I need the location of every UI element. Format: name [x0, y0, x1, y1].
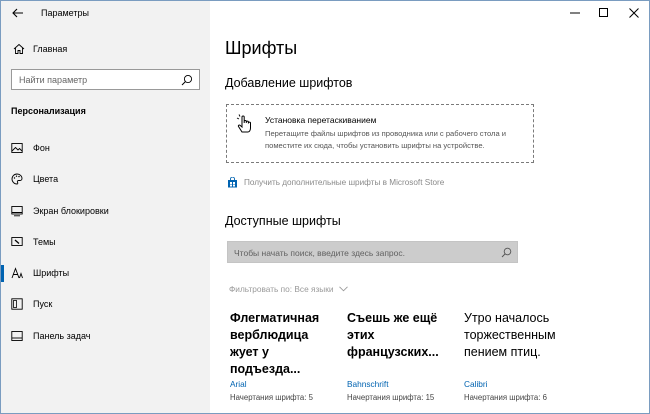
brush-icon [11, 237, 23, 246]
sidebar-item-label: Главная [33, 44, 68, 54]
lock-screen-icon [11, 206, 23, 217]
close-icon [629, 8, 639, 18]
main-content: Шрифты Добавление шрифтов Установка пере… [210, 1, 649, 413]
font-preview-text: Съешь же ещё этих французских... [347, 311, 439, 359]
add-fonts-heading: Добавление шрифтов [225, 76, 353, 90]
font-name: Calibri [464, 379, 488, 389]
font-card-bahnschrift[interactable]: Съешь же ещё этих французских... Bahnsch… [347, 310, 457, 402]
drop-zone-title: Установка перетаскиванием [265, 115, 377, 125]
back-button[interactable] [9, 4, 27, 22]
sidebar-item-themes[interactable]: Темы [1, 228, 210, 256]
sidebar-item-label: Шрифты [33, 268, 70, 278]
sidebar-item-label: Фон [33, 143, 50, 153]
taskbar-icon [11, 331, 23, 341]
font-name: Bahnschrift [347, 379, 389, 389]
sidebar-item-colors[interactable]: Цвета [1, 165, 210, 193]
palette-icon [11, 173, 23, 185]
font-face-count: Начертания шрифта: 6 [464, 393, 547, 402]
font-preview-text: Флегматичная верблюдица жует у подъезда.… [230, 311, 320, 376]
sidebar-item-label: Пуск [33, 299, 53, 309]
sidebar-item-lock-screen[interactable]: Экран блокировки [1, 197, 210, 225]
start-icon [11, 298, 23, 310]
filter-value: Все языки [294, 284, 334, 294]
font-face-count: Начертания шрифта: 15 [347, 393, 435, 402]
sidebar: Параметры Главная Персонализация Фон Цве… [1, 1, 210, 413]
font-card-calibri[interactable]: Утро началось торжественным пением птиц.… [464, 310, 574, 402]
microsoft-store-link[interactable]: Получить дополнительные шрифты в Microso… [227, 176, 444, 188]
sidebar-item-start[interactable]: Пуск [1, 290, 210, 318]
maximize-icon [599, 8, 608, 17]
settings-search-input[interactable] [19, 73, 169, 87]
arrow-left-icon [12, 8, 23, 18]
sidebar-item-label: Темы [33, 237, 56, 247]
settings-window: Параметры Главная Персонализация Фон Цве… [0, 0, 650, 414]
font-search-field[interactable] [227, 241, 518, 263]
font-face-count: Начертания шрифта: 5 [230, 393, 313, 402]
app-title: Параметры [41, 8, 89, 18]
active-indicator [1, 265, 4, 282]
home-icon [13, 43, 25, 54]
sidebar-item-fonts[interactable]: Шрифты [1, 259, 210, 287]
font-card-arial[interactable]: Флегматичная верблюдица жует у подъезда.… [230, 310, 340, 402]
search-icon[interactable] [501, 247, 512, 258]
sidebar-item-background[interactable]: Фон [1, 134, 210, 162]
font-preview-text: Утро началось торжественным пением птиц. [464, 311, 556, 359]
font-search-input[interactable] [234, 246, 484, 259]
search-icon[interactable] [181, 74, 193, 86]
available-fonts-heading: Доступные шрифты [225, 214, 341, 228]
language-filter[interactable]: Фильтровать по: Все языки [229, 284, 348, 294]
close-button[interactable] [618, 1, 649, 25]
minimize-button[interactable] [559, 1, 591, 25]
chevron-down-icon [338, 286, 348, 292]
store-link-label: Получить дополнительные шрифты в Microso… [244, 177, 445, 187]
sidebar-item-home[interactable]: Главная [1, 39, 210, 59]
sidebar-item-taskbar[interactable]: Панель задач [1, 322, 210, 350]
maximize-button[interactable] [588, 1, 620, 25]
sidebar-item-label: Цвета [33, 174, 59, 184]
sidebar-item-label: Панель задач [33, 331, 91, 341]
page-title: Шрифты [225, 38, 298, 58]
drop-zone-description: Перетащите файлы шрифтов из проводника и… [265, 129, 507, 150]
store-icon [228, 176, 237, 187]
font-name: Arial [230, 379, 247, 389]
hand-pointer-icon [236, 114, 251, 133]
font-icon [11, 267, 23, 279]
minimize-icon [570, 12, 580, 14]
sidebar-section-title: Персонализация [11, 106, 86, 116]
filter-label: Фильтровать по: [229, 284, 293, 294]
font-drop-zone[interactable]: Установка перетаскиванием Перетащите фай… [226, 104, 534, 163]
sidebar-item-label: Экран блокировки [33, 206, 109, 216]
settings-search-field[interactable] [11, 69, 200, 90]
image-icon [11, 143, 23, 153]
titlebar-left: Параметры [1, 1, 210, 27]
